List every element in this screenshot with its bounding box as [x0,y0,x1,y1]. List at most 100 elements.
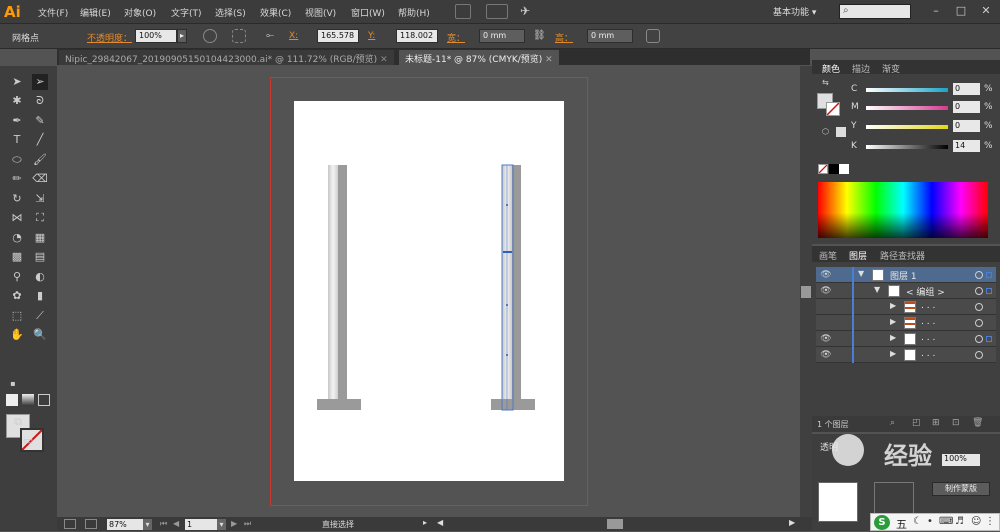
line-tool-icon[interactable]: ╱ [32,132,48,148]
target-icon[interactable] [975,319,983,327]
post-right-selected[interactable] [490,164,536,412]
zoom-dropdown-icon[interactable]: ▾ [143,519,152,530]
tab-close-icon[interactable]: ✕ [380,55,388,65]
selection-indicator[interactable] [986,336,992,342]
hscroll-right-icon[interactable]: ▶ [789,518,795,527]
anchor-convert-icon[interactable]: ⟜ [266,29,280,43]
paintbrush-tool-icon[interactable]: 🖌 [32,152,48,168]
direct-selection-tool-icon[interactable]: ➢ [32,74,48,90]
first-artboard-icon[interactable]: ⏮ [160,519,167,529]
white-swatch[interactable] [839,164,849,174]
artboard-tool-icon[interactable]: ⬚ [9,308,25,324]
tab-gradient[interactable]: 渐变 [882,62,900,75]
group-name[interactable]: < 编组 > [906,285,945,298]
expand-icon[interactable]: ▶ [890,333,896,342]
c-value[interactable]: 0 [953,83,980,95]
shape-builder-icon[interactable]: ◔ [9,230,25,246]
canvas-area[interactable] [57,66,800,517]
maximize-icon[interactable]: □ [953,3,969,19]
x-label[interactable]: X: [289,31,298,41]
menu-file[interactable]: 文件(F) [38,6,68,19]
arrange-documents-icon[interactable] [486,4,508,19]
transform-icon[interactable] [232,29,246,43]
post-left[interactable] [316,164,362,412]
eye-icon[interactable]: 👁 [820,270,832,280]
lasso-tool-icon[interactable]: ᘐ [32,93,48,109]
ime-keyboard-icon[interactable]: ⌨ [939,516,953,527]
opacity-label[interactable]: 不透明度： [87,31,132,44]
slider-y[interactable]: Y 0 % [851,120,993,133]
draw-mode-icon[interactable]: ⧉ [10,414,26,430]
sublayer-row[interactable]: ▶ . . . [816,299,996,315]
sublayer-name[interactable]: . . . [921,317,935,327]
hscroll-thumb[interactable] [607,519,623,529]
black-swatch[interactable] [829,164,839,174]
workspace-switcher[interactable]: 基本功能 ▾ [773,5,816,18]
group-row[interactable]: 👁 ▼ < 编组 > [816,283,996,299]
c-bar[interactable] [866,88,948,92]
swap-colors-icon[interactable]: ⇆ [822,78,829,87]
tab-stroke[interactable]: 描边 [852,62,870,75]
layer-name[interactable]: 图层 1 [890,269,917,282]
x-input[interactable]: 165.578 [317,29,359,43]
sublayer-row[interactable]: 👁 ▶ . . . [816,347,996,363]
menu-object[interactable]: 对象(O) [124,6,156,19]
ime-mode[interactable]: 五 [896,516,907,532]
target-icon[interactable] [975,287,983,295]
none-mode-icon[interactable] [38,394,50,406]
next-artboard-icon[interactable]: ▶ [231,519,237,528]
color-stroke-swatch[interactable] [826,102,840,116]
tab-close-icon[interactable]: ✕ [545,55,553,65]
target-icon[interactable] [975,335,983,343]
tab-pathfinder[interactable]: 路径查找器 [880,249,925,262]
delete-layer-icon[interactable]: 🗑 [972,418,983,428]
color-mode-icon[interactable] [6,394,18,406]
expand-icon[interactable]: ▼ [874,285,880,294]
out-of-gamut-icon[interactable]: ⬡ [822,127,829,136]
hand-tool-icon[interactable]: ✋ [9,327,25,343]
menu-select[interactable]: 选择(S) [215,6,246,19]
minimize-icon[interactable]: – [928,3,944,19]
height-label[interactable]: 高： [555,31,573,44]
ime-moon-icon[interactable]: ☾ [913,516,922,527]
color-spectrum[interactable] [818,182,988,238]
y-bar[interactable] [866,125,948,129]
menu-help[interactable]: 帮助(H) [398,6,430,19]
expand-icon[interactable]: ▶ [890,317,896,326]
expand-icon[interactable]: ▼ [858,269,864,278]
graph-tool-icon[interactable]: ▮ [32,288,48,304]
sublayer-name[interactable]: . . . [921,349,935,359]
opacity-arrow-icon[interactable]: ▸ [177,29,187,43]
menu-window[interactable]: 窗口(W) [351,6,385,19]
slice-tool-icon[interactable]: ⟋ [32,308,48,324]
ime-voice-icon[interactable]: ♬ [955,516,964,527]
gradient-mode-icon[interactable] [22,394,34,406]
tab-layers[interactable]: 图层 [849,249,867,262]
artboard-number-input[interactable]: 1 [185,519,217,530]
web-safe-swatch[interactable] [836,127,846,137]
eye-icon[interactable]: 👁 [820,286,832,296]
height-input[interactable]: 0 mm [587,29,633,43]
default-colors-icon[interactable]: ▪ [5,376,21,392]
perspective-grid-icon[interactable]: ▦ [32,230,48,246]
m-value[interactable]: 0 [953,101,980,113]
width-tool-icon[interactable]: ⋈ [9,210,25,226]
pencil-tool-icon[interactable]: ✏ [9,171,25,187]
menu-edit[interactable]: 编辑(E) [80,6,111,19]
status-menu-icon[interactable]: ▸ [423,518,427,527]
y-input[interactable]: 118.002 [396,29,438,43]
selection-indicator[interactable] [986,272,992,278]
sublayer-row[interactable]: ▶ . . . [816,315,996,331]
slider-k[interactable]: K 14 % [851,140,993,153]
ime-punct-icon[interactable]: • [927,516,933,527]
share-icon[interactable] [64,519,76,529]
opacity-input[interactable]: 100% [135,29,177,43]
hscroll-left-icon[interactable]: ◀ [437,518,443,527]
layer-row[interactable]: 👁 ▼ 图层 1 [816,267,996,283]
curvature-tool-icon[interactable]: ✎ [32,113,48,129]
free-transform-icon[interactable]: ⛶ [32,210,48,226]
screen-mode-icon[interactable]: ▭ [18,433,38,449]
target-icon[interactable] [975,303,983,311]
rotate-tool-icon[interactable]: ↻ [9,191,25,207]
none-swatch[interactable] [818,164,828,174]
